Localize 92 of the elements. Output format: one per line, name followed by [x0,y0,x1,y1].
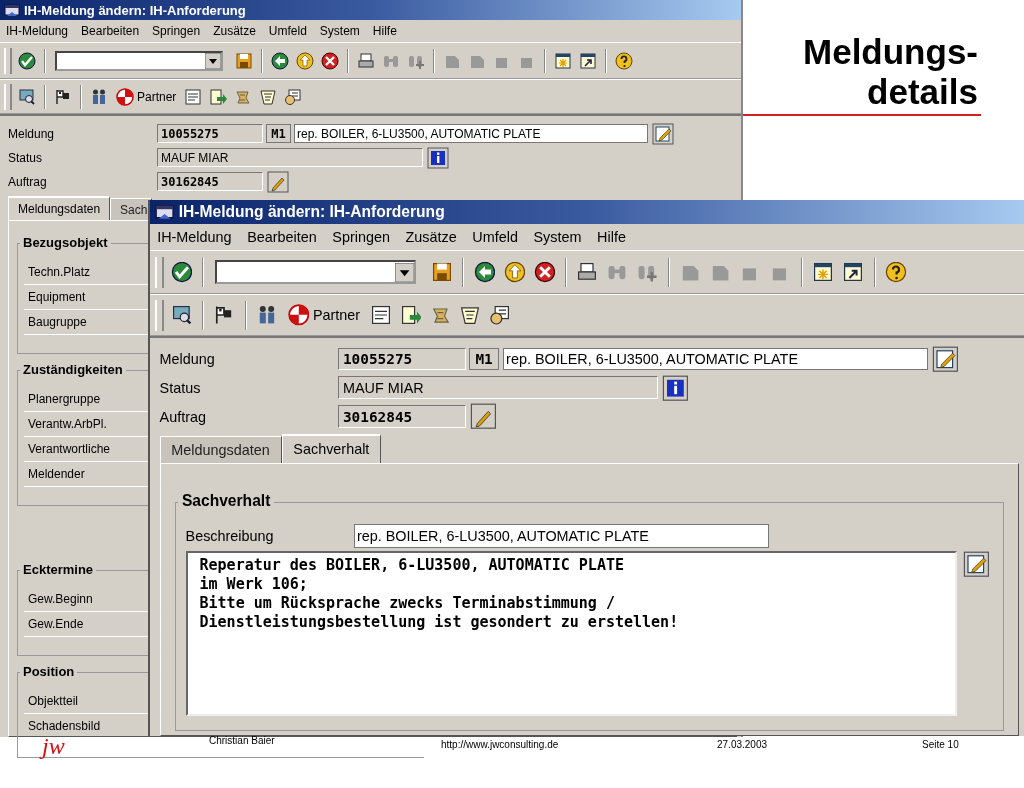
partner-icon[interactable] [116,87,134,106]
window-icon [154,202,174,222]
display-icon[interactable] [17,86,37,107]
command-field[interactable] [55,50,223,71]
field-label: Planergruppe [28,392,101,406]
field-label: Gew.Beginn [28,592,93,606]
window-title: IH-Meldung ändern: IH-Anforderung [178,203,445,222]
window-icon [4,2,20,18]
field-label: Auftrag [8,174,48,189]
partner-button[interactable]: Partner [114,87,179,106]
menu-item[interactable]: Springen [152,24,201,38]
menu-item[interactable]: Springen [332,229,390,246]
slide-title: Meldungs- details [803,32,978,112]
type-field: M1 [266,124,291,143]
page-number: Seite 10 [922,739,959,750]
description-field[interactable]: rep. BOILER, 6-LU3500, AUTOMATIC PLATE [353,523,769,548]
group-title: Zuständigkeiten [20,362,126,377]
footer-date: 27.03.2003 [717,739,768,750]
partner-icon[interactable] [287,304,310,326]
field-label: Status [8,150,44,165]
toolbar-grip[interactable] [154,256,164,288]
window-title: IH-Meldung ändern: IH-Anforderung [24,2,246,18]
menu-item[interactable]: Umfeld [472,229,518,246]
edit-icon[interactable] [651,122,675,145]
menu-item[interactable]: Zusätze [405,229,457,246]
group-title: Bezugsobjekt [20,235,111,250]
menu-item[interactable]: System [319,24,360,38]
group-title: Ecktermine [20,562,97,577]
help-icon[interactable] [614,50,634,71]
tab[interactable]: Sachverhalt [281,433,382,463]
field-label: Techn.Platz [28,265,91,279]
print-icon[interactable] [356,50,376,71]
menu-item[interactable]: Hilfe [372,24,397,38]
tab[interactable]: Meldungsdaten [8,196,111,220]
dropdown-icon[interactable] [395,262,415,282]
menu-item[interactable]: Umfeld [268,24,307,38]
edit-icon[interactable] [961,551,991,578]
long-text-field[interactable]: Reperatur des BOILER, 6-LU3500, AUTOMATIC PLATE im Werk 106; Bitte um Rücksprache zwecks Terminabstimmung / Dienstleistungsbestellung ist gesondert zu erstellen! [185,551,958,716]
value-field: 10055275 [338,347,466,371]
footer-url: http://www.jwconsulting.de [441,739,559,750]
field-label: Equipment [28,290,86,304]
field-label: Meldung [8,126,56,141]
menu-item[interactable]: Bearbeiten [81,24,140,38]
objects-icon[interactable] [283,86,304,107]
menu-item[interactable]: Zusätze [213,24,256,38]
footer-author: Christian Baier [209,735,275,746]
field-label: Meldender [28,467,85,481]
value-field: 30162845 [157,172,263,191]
tab[interactable]: Meldungsdaten [159,436,282,463]
toolbar-grip[interactable] [4,83,12,110]
cancel-icon[interactable] [532,260,557,285]
field-label: Baugruppe [28,315,87,329]
value-field: 30162845 [338,405,466,428]
field-label: Status [159,379,202,396]
pencil-icon[interactable] [469,403,498,430]
value-field: 10055275 [157,124,263,143]
description-field[interactable]: rep. BOILER, 6-LU3500, AUTOMATIC PLATE [294,124,648,143]
help-icon[interactable] [884,260,909,285]
field-label: Gew.Ende [28,617,84,631]
shortcut-icon[interactable] [578,50,598,71]
field-label: Beschreibung [185,527,275,544]
edit-icon[interactable] [931,345,960,373]
check-icon[interactable] [17,50,37,71]
info-icon[interactable] [661,374,690,401]
menu-item[interactable]: Bearbeiten [247,229,317,246]
command-field[interactable] [214,260,417,285]
menu-item[interactable]: Hilfe [597,229,626,246]
pencil-icon[interactable] [266,170,290,193]
field-label: Auftrag [159,408,207,425]
field-label: Schadensbild [28,719,101,733]
dropdown-icon[interactable] [205,52,221,69]
toolbar-grip[interactable] [154,299,164,331]
new-window-icon[interactable] [553,50,573,71]
description-field[interactable]: rep. BOILER, 6-LU3500, AUTOMATIC PLATE [502,347,928,371]
menu-item[interactable]: IH-Meldung [6,24,69,38]
cancel-icon[interactable] [320,50,340,71]
value-field: MAUF MIAR [157,148,423,167]
field-label: Meldung [159,351,216,367]
partner-button[interactable]: Partner [285,304,363,326]
field-label: Verantwortliche [28,442,111,456]
tab[interactable]: Sach [110,198,153,220]
check-icon[interactable] [169,260,194,285]
save-icon[interactable] [234,50,254,71]
value-field: MAUF MIAR [338,376,658,400]
menu-item[interactable]: IH-Meldung [157,229,232,246]
info-icon[interactable] [426,146,450,169]
type-field: M1 [469,347,500,371]
menu-item[interactable]: System [533,229,582,246]
field-label: Verantw.ArbPl. [28,417,107,431]
field-label: Objektteil [28,694,79,708]
toolbar-grip[interactable] [4,47,12,74]
group-title: Position [20,664,78,679]
